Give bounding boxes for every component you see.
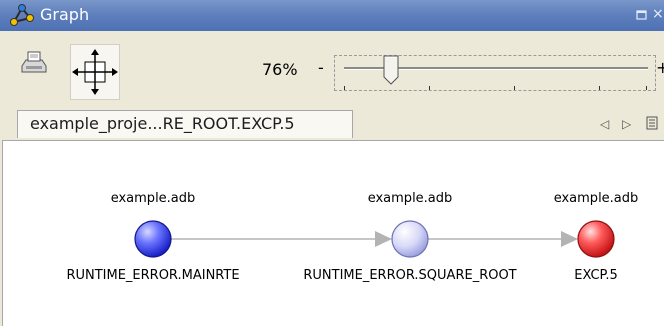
graph-node-circle[interactable] (391, 220, 429, 258)
restore-icon[interactable] (636, 9, 648, 21)
zoom-in-label: + (656, 58, 664, 77)
zoom-out-label: - (318, 58, 324, 77)
close-icon[interactable]: × (652, 7, 664, 21)
graph-window: Graph × 76% - + example_proje...RE_ROOT.… (0, 0, 664, 326)
call-graph: example.adbRUNTIME_ERROR.MAINRTEexample.… (66, 191, 639, 283)
graph-node[interactable]: example.adb RUNTIME_ERROR.MAINRTE (66, 191, 239, 283)
zoom-slider-tick (646, 86, 647, 90)
graph-node-name-label: RUNTIME_ERROR.SQUARE_ROOT (303, 268, 516, 283)
graph-canvas[interactable]: example.adb RUNTIME_ERROR.MAINRTE example.… (2, 140, 664, 326)
title-bar[interactable]: Graph × (0, 0, 664, 31)
graph-node-name-label: RUNTIME_ERROR.MAINRTE (66, 268, 239, 283)
graph-edge-arrowhead (375, 231, 392, 247)
print-icon[interactable] (20, 50, 48, 74)
fit-to-window-button[interactable] (70, 44, 120, 100)
graph-node-file-label: example.adb (554, 191, 639, 206)
tab-graph[interactable]: example_proje...RE_ROOT.EXCP.5 (17, 110, 353, 138)
zoom-slider-tick (344, 86, 345, 90)
zoom-percentage: 76% (262, 60, 298, 79)
fit-to-window-icon (72, 49, 118, 95)
zoom-slider-tick (599, 86, 600, 90)
graph-app-icon (10, 4, 34, 26)
zoom-slider-tick (429, 86, 430, 90)
graph-node-file-label: example.adb (111, 191, 196, 206)
window-title: Graph (40, 5, 90, 24)
zoom-slider-tick (514, 86, 515, 90)
tab-scroll-right-icon[interactable]: ▷ (622, 117, 631, 131)
zoom-slider-thumb[interactable] (383, 55, 399, 85)
graph-node-file-label: example.adb (368, 191, 453, 206)
tab-list-icon[interactable] (646, 116, 658, 130)
graph-edge-arrowhead (561, 231, 578, 247)
graph-node-circle[interactable] (577, 220, 615, 258)
graph-node-circle[interactable] (134, 220, 172, 258)
graph-node-name-label: EXCP.5 (574, 268, 617, 283)
tab-scroll-left-icon[interactable]: ◁ (600, 117, 609, 131)
graph-node[interactable]: example.adb RUNTIME_ERROR.SQUARE_ROOT (303, 191, 516, 283)
